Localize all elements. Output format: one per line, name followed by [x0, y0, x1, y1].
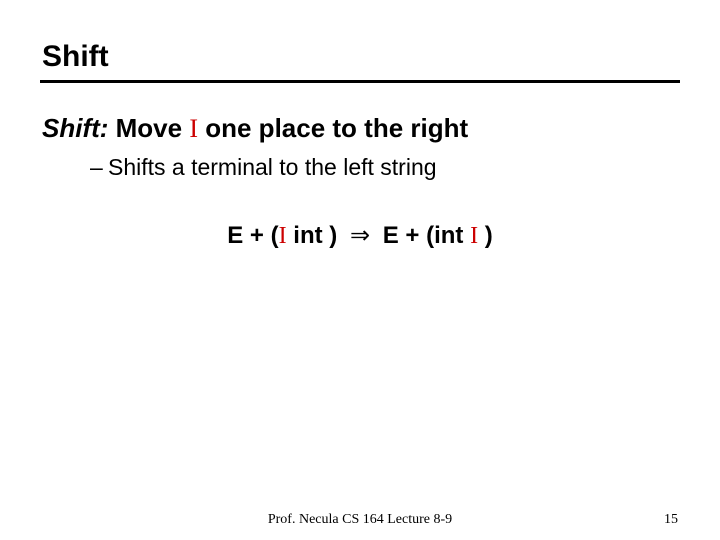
expr-rhs-marker: I: [470, 223, 478, 249]
bullet-dash: –: [90, 154, 108, 181]
expression-line: E + (I int ) ⇒ E + (int I ): [40, 221, 680, 250]
arrow-icon: ⇒: [344, 223, 376, 249]
definition-text-after: one place to the right: [198, 113, 468, 143]
subpoint-line: –Shifts a terminal to the left string: [90, 154, 680, 181]
title-underline: [40, 80, 680, 83]
definition-marker: I: [189, 114, 198, 143]
definition-line: Shift: Move I one place to the right: [42, 113, 680, 144]
expr-lhs-marker: I: [279, 223, 287, 249]
definition-text-before: Move: [108, 113, 189, 143]
expr-lhs-pre: E + (: [227, 222, 278, 249]
slide: Shift Shift: Move I one place to the rig…: [0, 0, 720, 540]
page-number: 15: [664, 512, 678, 528]
expr-rhs-post: ): [478, 222, 493, 249]
slide-title: Shift: [42, 40, 680, 74]
subpoint-text: Shifts a terminal to the left string: [108, 154, 437, 180]
definition-action-word: Shift:: [42, 113, 108, 143]
expr-lhs-post: int ): [287, 222, 338, 249]
footer-credit: Prof. Necula CS 164 Lecture 8-9: [268, 512, 452, 528]
expr-rhs-pre: E + (int: [383, 222, 470, 249]
